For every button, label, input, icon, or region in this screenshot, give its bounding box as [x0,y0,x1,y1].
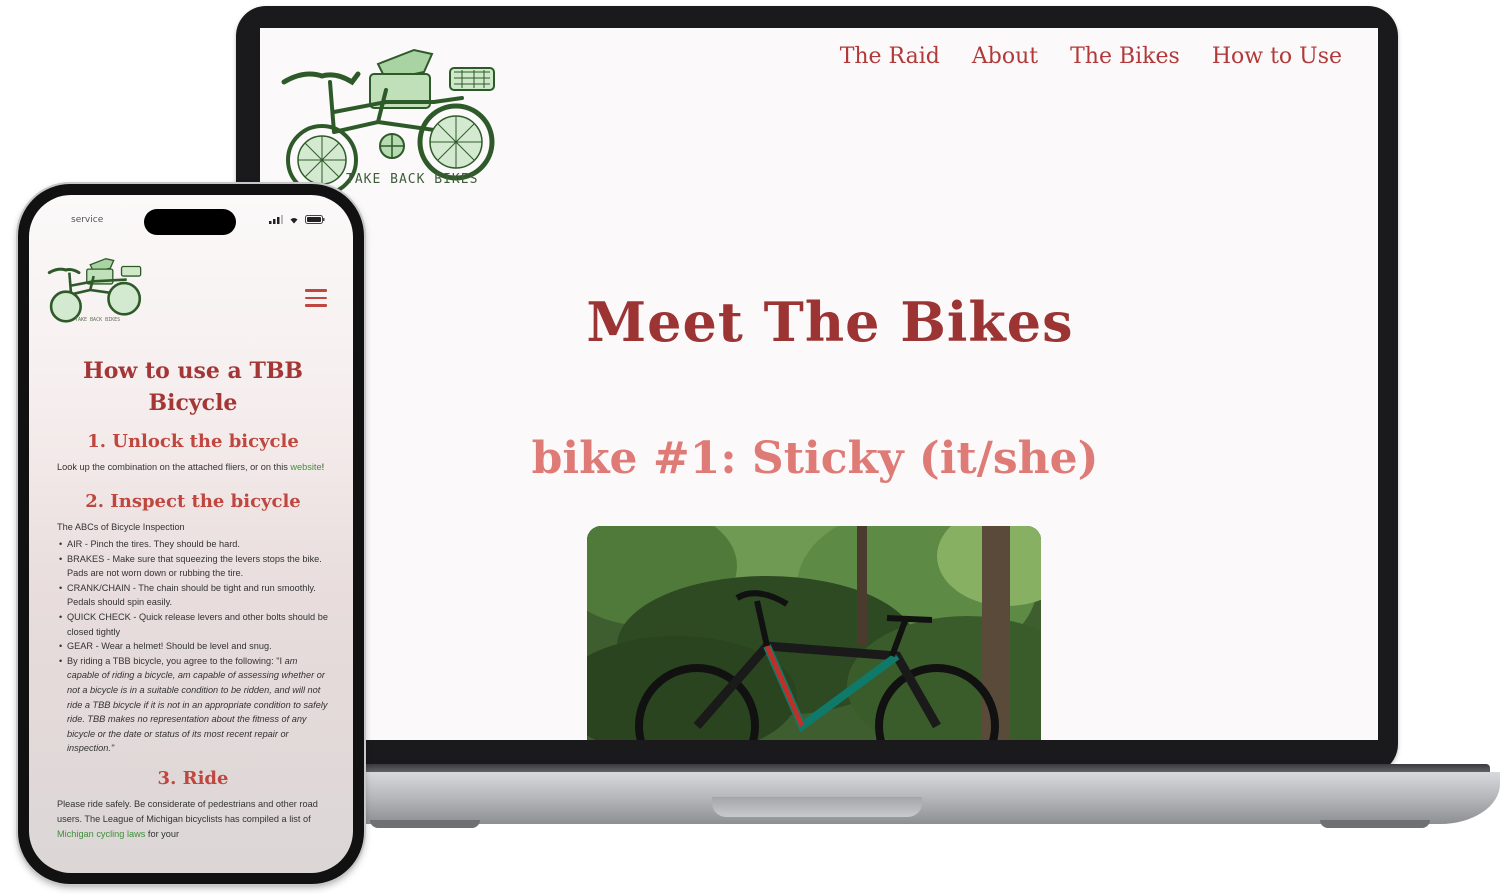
laptop-frame: TAKE BACK BIKES The Raid About The Bikes… [236,6,1398,774]
michigan-laws-link[interactable]: Michigan cycling laws [57,829,145,839]
inspection-intro: The ABCs of Bicycle Inspection [57,522,185,532]
phone-content: How to use a TBB Bicycle 1. Unlock the b… [57,355,329,858]
main-nav: The Raid About The Bikes How to Use [840,44,1342,69]
battery-icon [305,215,325,224]
dynamic-island [144,209,236,235]
step-1-body: Look up the combination on the attached … [57,462,288,472]
phone-page-title: How to use a TBB Bicycle [82,358,304,416]
nav-link-about[interactable]: About [972,44,1038,69]
status-icons [269,215,325,224]
step-3-heading: 3. Ride [157,767,229,789]
list-item: BRAKES - Make sure that squeezing the le… [57,552,329,581]
step-3-text: Please ride safely. Be considerate of pe… [57,797,329,842]
logo-caption: TAKE BACK BIKES [346,172,479,187]
hamburger-menu-icon[interactable] [305,289,327,307]
take-back-bikes-logo[interactable] [45,255,145,325]
step-3-tail: for your [147,828,180,839]
nav-link-how-to-use[interactable]: How to Use [1212,44,1342,69]
bike-heading: bike #1: Sticky (it/she) [531,433,1099,484]
laptop-notch [712,797,922,817]
page-title: Meet The Bikes [586,290,1074,354]
step-2-heading: 2. Inspect the bicycle [85,491,301,512]
list-item-agreement: By riding a TBB bicycle, you agree to th… [57,654,329,756]
phone-screen: service TAKE BACK BIKES How to use a TBB… [29,195,353,873]
step-1-text: Look up the combination on the attached … [57,460,329,475]
inspection-list: AIR - Pinch the tires. They should be ha… [57,537,329,756]
bike-photo [587,526,1041,740]
list-item: GEAR - Wear a helmet! Should be level an… [57,639,329,654]
laptop-screen: TAKE BACK BIKES The Raid About The Bikes… [260,28,1378,740]
laptop-foot [1320,820,1430,828]
agreement-lead: By riding a TBB bicycle, you agree to th… [67,655,283,666]
agreement-text: am capable of riding a bicycle, am capab… [67,655,328,754]
nav-link-the-bikes[interactable]: The Bikes [1070,44,1180,69]
step-1-heading: 1. Unlock the bicycle [87,431,299,452]
phone-frame: service TAKE BACK BIKES How to use a TBB… [18,184,364,884]
list-item: CRANK/CHAIN - The chain should be tight … [57,581,329,610]
signal-icon [269,215,283,224]
step-1-punct: ! [321,462,325,472]
nav-link-the-raid[interactable]: The Raid [840,44,940,69]
wifi-icon [290,218,298,224]
laptop-foot [370,820,480,828]
status-carrier: service [71,215,104,225]
list-item: AIR - Pinch the tires. They should be ha… [57,537,329,552]
step-3-body: Please ride safely. Be considerate of pe… [57,798,318,824]
website-link[interactable]: website [290,462,321,472]
list-item: QUICK CHECK - Quick release levers and o… [57,610,329,639]
phone-logo-caption: TAKE BACK BIKES [75,317,121,323]
